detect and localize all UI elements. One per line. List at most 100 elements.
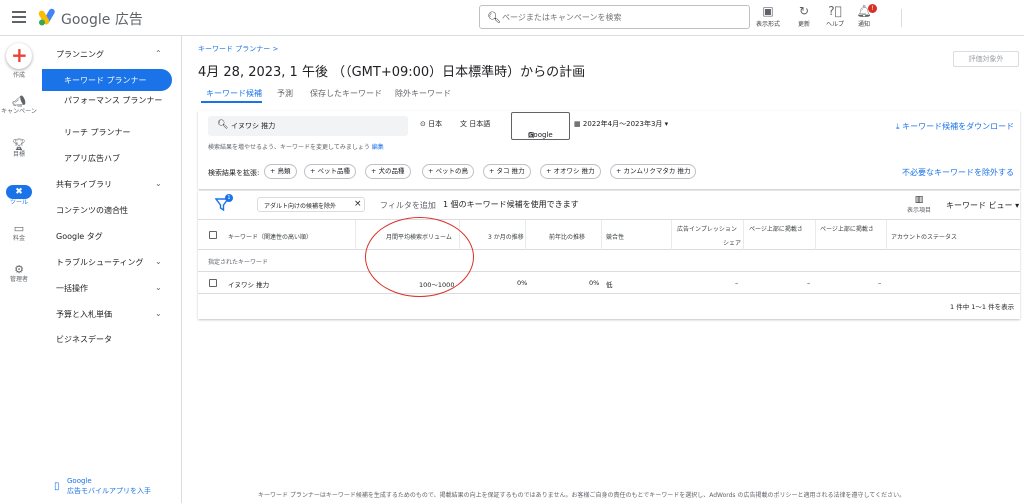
nav-section-bulk-actions[interactable]: 一括操作 [56, 283, 88, 294]
top-high-cell: – [878, 279, 882, 287]
rail-item-billing[interactable]: ▭ 料金 [0, 222, 38, 242]
rail-create-label: 作成 [12, 72, 25, 79]
phone-icon: ▯ [54, 481, 60, 492]
column-header-top-high[interactable]: ページ上部に掲載さ [820, 224, 874, 233]
column-header-keyword[interactable]: キーワード（関連性の高い順） [228, 232, 312, 241]
column-header-impression-share-2: シェア [723, 240, 742, 247]
suggestion-chip[interactable]: + 犬の品種 [365, 164, 411, 179]
chevron-down-icon[interactable]: ⌄ [155, 179, 162, 188]
tab-forecast[interactable]: 予測 [277, 88, 293, 99]
keyword-cell: イヌワシ 推力 [228, 281, 270, 289]
chevron-down-icon[interactable]: ⌄ [155, 257, 162, 266]
tab-saved-keywords[interactable]: 保存したキーワード [310, 88, 382, 99]
active-tab-indicator [201, 101, 262, 103]
add-filter-button[interactable]: フィルタを追加 [380, 200, 436, 211]
search-icon: 🔍︎ [487, 11, 501, 24]
exclude-keywords-link[interactable]: 不必要なキーワードを除外する [902, 167, 1014, 178]
pagination-text: 1 件中 1～1 件を表示 [950, 303, 1015, 311]
evaluation-button[interactable]: 評価対象外 [953, 51, 1019, 67]
app-title: Google 広告 [61, 12, 143, 28]
row-checkbox[interactable] [209, 279, 217, 287]
location-selector[interactable]: ⊙ 日本 [420, 119, 442, 129]
chevron-up-icon[interactable]: ⌃ [155, 49, 162, 58]
menu-icon[interactable] [12, 11, 26, 23]
share-cell: – [735, 279, 739, 287]
nav-item-keyword-planner[interactable]: キーワード プランナー [42, 69, 172, 91]
nav-item-reach-planner[interactable]: リーチ プランナー [64, 127, 174, 138]
campaign-icon: 📣︎ [12, 95, 26, 108]
side-nav: プランニング ⌃ キーワード プランナー パフォーマンス プランナー リーチ プ… [42, 36, 182, 503]
download-icon: ⤓ [896, 122, 900, 131]
notification-badge: ! [868, 4, 877, 13]
table-header-row: キーワード（関連性の高い順） 月間平均検索ボリューム 3 か月の推移 前年比の推… [198, 219, 1020, 250]
admin-icon: ⚙ [14, 263, 24, 276]
columns-icon: ▥ [914, 195, 924, 205]
column-header-account-status[interactable]: アカウントのステータス [891, 232, 957, 241]
download-keyword-ideas-button[interactable]: ⤓ キーワード候補をダウンロード [896, 121, 1014, 132]
suggestion-chip[interactable]: + カンムリクマタカ 推力 [610, 164, 697, 179]
tab-keyword-ideas[interactable]: キーワード候補 [206, 88, 262, 99]
select-all-checkbox[interactable] [209, 231, 217, 239]
close-icon[interactable]: × [354, 199, 362, 209]
adult-filter-chip[interactable]: アダルト向けの候補を除外 × [257, 197, 365, 212]
appearance-icon: ▣ [762, 4, 774, 18]
three-month-cell: 0% [517, 279, 528, 287]
search-input[interactable] [502, 9, 742, 25]
nav-section-planning[interactable]: プランニング [56, 49, 104, 60]
nav-section-business-data[interactable]: ビジネスデータ [56, 334, 112, 345]
column-header-three-month[interactable]: 3 か月の推移 [488, 232, 524, 241]
filters-card: 🔍︎ イヌワシ 推力 ⊙ 日本 文 日本語 ▤ Google ▦ 2022年4月… [198, 111, 1020, 189]
nav-section-google-tag[interactable]: Google タグ [56, 231, 103, 242]
network-selector[interactable]: ▤ Google [511, 112, 570, 140]
group-row: 指定されたキーワード [198, 250, 1020, 272]
suggestion-chip[interactable]: + ペットの鳥 [422, 164, 475, 179]
keyword-input[interactable]: 🔍︎ イヌワシ 推力 [208, 116, 408, 136]
suggestion-chip[interactable]: + オオワシ 推力 [540, 164, 601, 179]
column-header-impression-share[interactable]: 広告インプレッション [677, 224, 737, 233]
page-search-box[interactable]: 🔍︎ [479, 5, 750, 29]
rail-item-tools[interactable]: ✖ ツール [0, 179, 38, 206]
chevron-down-icon[interactable]: ⌄ [155, 283, 162, 292]
keyword-view-dropdown[interactable]: キーワード ビュー ▾ [946, 200, 1019, 211]
filter-count-badge: 1 [225, 194, 233, 202]
rail-item-admin[interactable]: ⚙ 管理者 [0, 263, 38, 283]
calendar-icon: ▦ [574, 120, 581, 128]
dropdown-arrow-icon: ▾ [664, 120, 669, 128]
nav-section-content-suitability[interactable]: コンテンツの適合性 [56, 205, 128, 216]
breadcrumb[interactable]: キーワード プランナー > [198, 44, 278, 54]
notifications-button[interactable]: 🔔︎ ! 通知 [846, 4, 882, 28]
suggestion-chip[interactable]: + タコ 推力 [483, 164, 531, 179]
nav-item-performance-planner[interactable]: パフォーマンス プランナー [64, 95, 174, 106]
column-header-top-low[interactable]: ページ上部に掲載さ [749, 224, 803, 233]
nav-section-budgets-bidding[interactable]: 予算と入札単価 [56, 309, 112, 320]
column-header-competition[interactable]: 競合性 [606, 232, 624, 241]
appearance-button[interactable]: ▣ 表示形式 [750, 4, 786, 28]
create-button[interactable]: + [6, 43, 32, 69]
rail-item-campaigns[interactable]: 📣︎ キャンペーン [0, 95, 38, 115]
nav-item-app-ads-hub[interactable]: アプリ広告ハブ [64, 153, 174, 164]
translate-icon: 文 [460, 120, 467, 128]
expand-results-label: 検索結果を拡張: [208, 169, 260, 177]
tab-negative-keywords[interactable]: 除外キーワード [395, 88, 451, 99]
divider [901, 9, 902, 27]
top-bar: Google 広告 🔍︎ ▣ 表示形式 ↻ 更新 ?⃝ ヘルプ 🔔︎ ! 通知 [0, 0, 1024, 36]
billing-icon: ▭ [13, 222, 25, 235]
column-header-yoy[interactable]: 前年比の推移 [549, 232, 585, 241]
nav-section-troubleshooting[interactable]: トラブルシューティング [56, 257, 144, 268]
edit-link[interactable]: 編集 [372, 144, 384, 151]
suggestion-chip[interactable]: + 鳥類 [264, 164, 297, 179]
column-divider [601, 220, 602, 250]
column-divider [355, 220, 356, 250]
hint-text: 検索結果を増やせるよう、キーワードを変更してみましょう 編集 [208, 144, 384, 151]
rail-item-goals[interactable]: 🏆︎ 目標 [0, 138, 38, 158]
nav-section-shared-library[interactable]: 共有ライブラリ [56, 179, 112, 190]
google-ads-logo-icon [38, 8, 55, 26]
chevron-down-icon[interactable]: ⌄ [155, 309, 162, 318]
column-divider [671, 220, 672, 250]
column-divider [815, 220, 816, 250]
language-selector[interactable]: 文 日本語 [460, 119, 490, 129]
date-range-selector[interactable]: ▦ 2022年4月～2023年3月 ▾ [574, 119, 668, 129]
suggestion-chip[interactable]: + ペット品種 [304, 164, 357, 179]
columns-button[interactable]: ▥ 表示項目 [904, 195, 934, 214]
table-row[interactable]: イヌワシ 推力 100～1000 0% 0% 低 – – – [198, 272, 1020, 294]
